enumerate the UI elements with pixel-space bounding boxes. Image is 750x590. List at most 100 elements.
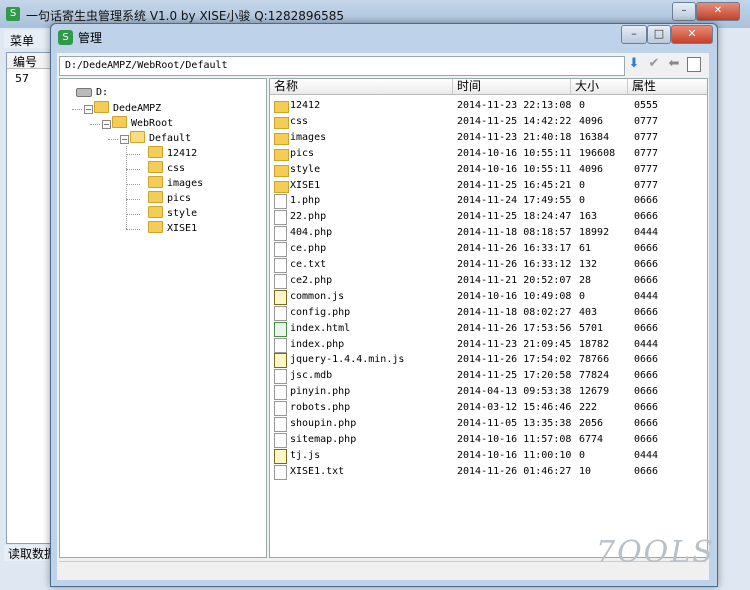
tree-node[interactable]: pics bbox=[148, 191, 191, 206]
file-attr: 0666 bbox=[634, 243, 659, 255]
folder-icon bbox=[148, 161, 163, 173]
tree-connector bbox=[108, 139, 118, 140]
tree-node[interactable]: images bbox=[148, 176, 203, 191]
close-button[interactable]: ✕ bbox=[671, 25, 713, 44]
menu-item[interactable]: 菜单 bbox=[10, 32, 34, 49]
folder-icon bbox=[94, 101, 109, 113]
window-title: 管理 bbox=[78, 31, 103, 45]
file-attr: 0666 bbox=[634, 370, 659, 382]
folder-icon bbox=[148, 221, 163, 233]
tree-expand-toggle[interactable]: − bbox=[102, 120, 111, 129]
file-row[interactable]: tj.js 2014-10-16 11:00:10 0 0444 bbox=[270, 448, 707, 464]
path-input[interactable]: D:/DedeAMPZ/WebRoot/Default bbox=[59, 56, 625, 76]
file-row[interactable]: ce.txt 2014-11-26 16:33:12 132 0666 bbox=[270, 257, 707, 273]
tree-node[interactable]: style bbox=[148, 206, 197, 221]
file-file-icon bbox=[274, 337, 287, 353]
file-time: 2014-10-16 11:00:10 bbox=[457, 449, 572, 461]
file-row[interactable]: style 2014-10-16 10:55:11 4096 0777 bbox=[270, 162, 707, 178]
tree-node[interactable]: WebRoot bbox=[112, 116, 173, 131]
folder-tree[interactable]: D: − DedeAMPZ − WebRoot − Default 12412 css image… bbox=[59, 78, 267, 558]
tree-node[interactable]: css bbox=[148, 161, 185, 176]
file-row[interactable]: 404.php 2014-11-18 08:18:57 18992 0444 bbox=[270, 225, 707, 242]
file-row[interactable]: 12412 2014-11-23 22:13:08 0 0555 bbox=[270, 98, 707, 114]
file-row[interactable]: XISE1.txt 2014-11-26 01:46:27 10 0666 bbox=[270, 464, 707, 480]
file-name: images bbox=[290, 131, 327, 143]
file-row[interactable]: css 2014-11-25 14:42:22 4096 0777 bbox=[270, 114, 707, 130]
file-file-icon bbox=[274, 369, 287, 385]
tree-node[interactable]: DedeAMPZ bbox=[94, 101, 161, 116]
file-row[interactable]: images 2014-11-23 21:40:18 16384 0777 bbox=[270, 130, 707, 146]
folder-icon bbox=[148, 206, 163, 218]
file-file-icon bbox=[274, 226, 287, 242]
tree-node[interactable]: Default bbox=[130, 131, 191, 146]
file-attr: 0444 bbox=[634, 227, 659, 239]
js-file-icon bbox=[274, 448, 287, 464]
file-row[interactable]: 22.php 2014-11-25 18:24:47 163 0666 bbox=[270, 209, 707, 226]
file-name: ce.php bbox=[290, 243, 327, 255]
bg-minimize-button[interactable]: – bbox=[672, 2, 696, 21]
back-arrow-icon[interactable]: ⬅ bbox=[665, 55, 683, 73]
tree-node[interactable]: D: bbox=[76, 87, 108, 101]
file-name: common.js bbox=[290, 290, 345, 302]
file-row[interactable]: ce.php 2014-11-26 16:33:17 61 0666 bbox=[270, 241, 707, 258]
file-row[interactable]: shoupin.php 2014-11-05 13:35:38 2056 0666 bbox=[270, 416, 707, 432]
tree-expand-toggle[interactable]: − bbox=[84, 105, 93, 114]
file-size: 12679 bbox=[579, 386, 610, 398]
file-file-icon bbox=[274, 417, 287, 432]
file-file-icon bbox=[274, 432, 287, 448]
minimize-button[interactable]: – bbox=[621, 25, 647, 44]
download-arrow-icon[interactable]: ⬇ bbox=[625, 55, 643, 73]
folder-icon bbox=[274, 180, 289, 193]
file-row[interactable]: common.js 2014-10-16 10:49:08 0 0444 bbox=[270, 289, 707, 305]
file-row[interactable]: index.php 2014-11-23 21:09:45 18782 0444 bbox=[270, 337, 707, 353]
file-size: 10 bbox=[579, 465, 592, 477]
file-time: 2014-11-26 16:33:12 bbox=[457, 259, 572, 270]
file-row[interactable]: robots.php 2014-03-12 15:46:46 222 0666 bbox=[270, 400, 707, 417]
file-file-icon bbox=[274, 210, 287, 226]
file-row[interactable]: pics 2014-10-16 10:55:11 196608 0777 bbox=[270, 146, 707, 162]
file-file-icon bbox=[274, 242, 287, 258]
file-row[interactable]: config.php 2014-11-18 08:02:27 403 0666 bbox=[270, 305, 707, 321]
column-header-name[interactable]: 名称 bbox=[270, 79, 453, 95]
tree-node[interactable]: 12412 bbox=[148, 146, 197, 161]
file-row[interactable]: pinyin.php 2014-04-13 09:53:38 12679 0666 bbox=[270, 384, 707, 401]
file-row[interactable]: index.html 2014-11-26 17:53:56 5701 0666 bbox=[270, 321, 707, 337]
panel-icon[interactable] bbox=[685, 55, 703, 73]
file-attr: 0666 bbox=[634, 386, 659, 398]
file-name: sitemap.php bbox=[290, 433, 357, 445]
app-icon: S bbox=[6, 7, 20, 21]
file-time: 2014-11-25 18:24:47 bbox=[457, 211, 572, 223]
file-attr: 0444 bbox=[634, 449, 659, 461]
column-header-size[interactable]: 大小 bbox=[571, 79, 628, 95]
file-row[interactable]: ce2.php 2014-11-21 20:52:07 28 0666 bbox=[270, 273, 707, 289]
folder-icon bbox=[274, 116, 289, 129]
file-row[interactable]: jsc.mdb 2014-11-25 17:20:58 77824 0666 bbox=[270, 368, 707, 385]
tree-connector bbox=[126, 199, 140, 200]
bg-close-button[interactable]: ✕ bbox=[696, 2, 740, 21]
file-row[interactable]: jquery-1.4.4.min.js 2014-11-26 17:54:02 78… bbox=[270, 352, 707, 369]
file-size: 5701 bbox=[579, 322, 604, 334]
column-header-time[interactable]: 时间 bbox=[453, 79, 571, 95]
file-row[interactable]: XISE1 2014-11-25 16:45:21 0 0777 bbox=[270, 178, 707, 194]
list-header-id[interactable]: 编号 bbox=[7, 53, 51, 69]
checkmark-icon[interactable]: ✔ bbox=[645, 55, 663, 73]
file-time: 2014-11-23 22:13:08 bbox=[457, 100, 572, 111]
background-list[interactable]: 编号 57 bbox=[6, 52, 52, 544]
file-size: 77824 bbox=[579, 370, 610, 382]
file-time: 2014-11-25 16:45:21 bbox=[457, 179, 572, 191]
file-row[interactable]: 1.php 2014-11-24 17:49:55 0 0666 bbox=[270, 193, 707, 210]
file-size: 0 bbox=[579, 100, 586, 111]
file-attr: 0777 bbox=[634, 179, 659, 191]
file-file-icon bbox=[274, 385, 287, 401]
file-list[interactable]: 名称 时间 大小 属性 12412 2014-11-23 22:13:08 0 055… bbox=[269, 78, 708, 558]
background-window-title: 一句话寄生虫管理系统 V1.0 by XISE小骏 Q:1282896585 bbox=[26, 9, 345, 23]
column-header-attr[interactable]: 属性 bbox=[628, 79, 707, 95]
window-icon: S bbox=[58, 30, 73, 45]
file-attr: 0666 bbox=[634, 306, 659, 318]
list-cell-id[interactable]: 57 bbox=[15, 72, 29, 85]
file-name: jsc.mdb bbox=[290, 370, 333, 382]
maximize-button[interactable]: □ bbox=[647, 25, 671, 44]
file-row[interactable]: sitemap.php 2014-10-16 11:57:08 6774 0666 bbox=[270, 432, 707, 448]
tree-expand-toggle[interactable]: − bbox=[120, 135, 129, 144]
tree-node[interactable]: XISE1 bbox=[148, 221, 197, 236]
